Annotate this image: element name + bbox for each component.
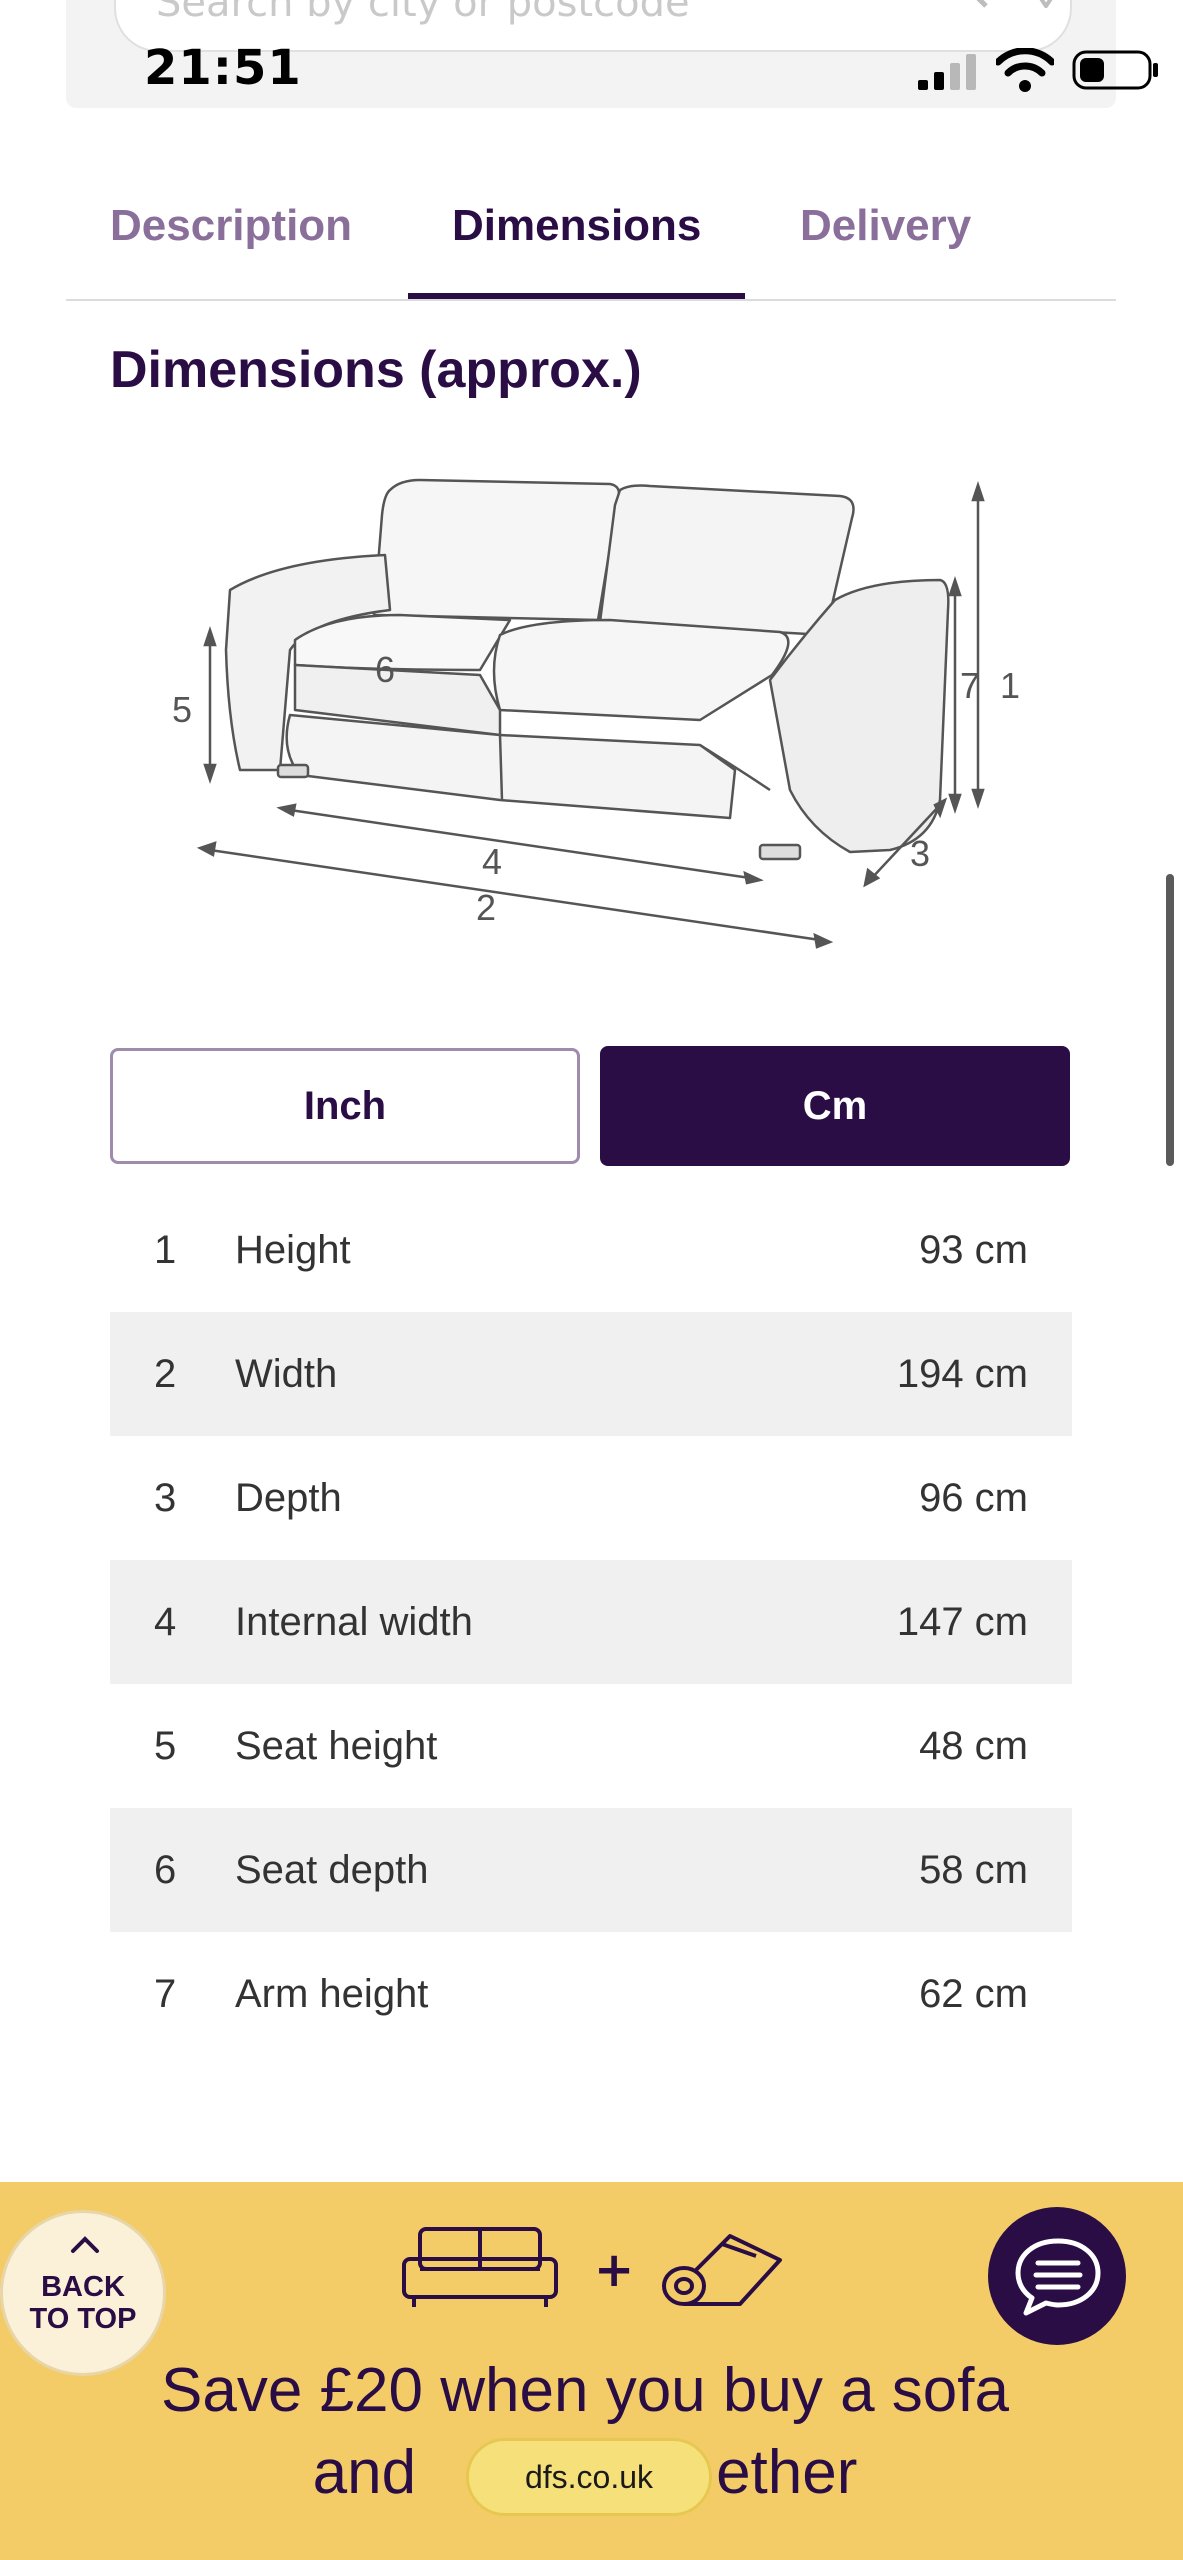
browser-url-pill[interactable]: dfs.co.uk: [466, 2438, 712, 2516]
row-label: Arm height: [235, 1972, 429, 2016]
back-to-top-button[interactable]: BACK TO TOP: [0, 2210, 166, 2376]
row-number: 2: [154, 1352, 177, 1396]
tab-dimensions[interactable]: Dimensions: [408, 201, 746, 299]
row-value: 48 cm: [919, 1724, 1028, 1768]
row-label: Seat depth: [235, 1848, 429, 1892]
signal-icon: [918, 54, 976, 90]
dimensions-table: 1 Height 93 cm 2 Width 194 cm 3 Depth 96…: [110, 1188, 1072, 2056]
location-pin-icon[interactable]: [1026, 0, 1066, 8]
wifi-icon: [996, 48, 1054, 92]
tab-delivery[interactable]: Delivery: [756, 201, 1015, 299]
row-value: 194 cm: [896, 1352, 1028, 1396]
chevron-up-icon: [71, 2236, 99, 2253]
plus-sign: +: [594, 2242, 635, 2298]
page-scrollbar[interactable]: [1166, 874, 1174, 1166]
chat-bubble-icon: [1015, 2238, 1101, 2316]
row-label: Seat height: [235, 1724, 438, 1768]
row-number: 7: [154, 1972, 177, 2016]
table-row: 4 Internal width 147 cm: [110, 1560, 1072, 1684]
top-bar: Search by city or postcode 21:51: [66, 0, 1158, 108]
diagram-label: 6: [375, 649, 395, 690]
unit-cm-button[interactable]: Cm: [600, 1046, 1070, 1166]
diagram-label: 3: [910, 833, 930, 874]
battery-icon: [1072, 50, 1158, 90]
sofa-icon: [402, 2227, 558, 2307]
table-row: 3 Depth 96 cm: [110, 1436, 1072, 1560]
search-placeholder: Search by city or postcode: [156, 0, 690, 26]
table-row: 1 Height 93 cm: [110, 1188, 1072, 1312]
row-label: Depth: [235, 1476, 342, 1520]
sofa-dimensions-diagram: 5 6 7 1 4 2 3: [172, 478, 1020, 949]
back-to-top-label: BACK TO TOP: [29, 2271, 137, 2335]
diagram-label: 1: [1000, 665, 1020, 706]
row-number: 4: [154, 1600, 177, 1644]
section-title: Dimensions (approx.): [110, 341, 642, 399]
row-label: Internal width: [235, 1600, 473, 1644]
table-row: 2 Width 194 cm: [110, 1312, 1072, 1436]
row-value: 96 cm: [919, 1476, 1028, 1520]
row-value: 93 cm: [919, 1228, 1028, 1272]
promo-line-2-end: ether: [716, 2438, 858, 2507]
row-number: 3: [154, 1476, 177, 1520]
row-label: Width: [235, 1352, 338, 1396]
rug-icon: [662, 2234, 782, 2306]
row-number: 1: [154, 1228, 177, 1272]
row-label: Height: [235, 1228, 351, 1272]
promo-line-2-start: and: [312, 2438, 417, 2507]
chat-button[interactable]: [988, 2207, 1126, 2345]
row-value: 62 cm: [919, 1972, 1028, 2016]
table-row: 5 Seat height 48 cm: [110, 1684, 1072, 1808]
table-row: 7 Arm height 62 cm: [110, 1932, 1072, 2056]
row-number: 6: [154, 1848, 177, 1892]
row-value: 147 cm: [896, 1600, 1028, 1644]
table-row: 6 Seat depth 58 cm: [110, 1808, 1072, 1932]
row-number: 5: [154, 1724, 177, 1768]
unit-inch-button[interactable]: Inch: [110, 1048, 580, 1164]
tab-description[interactable]: Description: [66, 201, 396, 299]
search-icon[interactable]: [928, 0, 992, 12]
diagram-label: 2: [476, 887, 496, 928]
row-value: 58 cm: [919, 1848, 1028, 1892]
diagram-label: 4: [482, 841, 502, 882]
status-time: 21:51: [144, 40, 302, 96]
diagram-label: 5: [172, 689, 192, 730]
product-tabs: Description Dimensions Delivery: [66, 175, 1116, 301]
diagram-label: 7: [960, 665, 980, 706]
promo-line-1: Save £20 when you buy a sofa: [161, 2356, 1009, 2425]
